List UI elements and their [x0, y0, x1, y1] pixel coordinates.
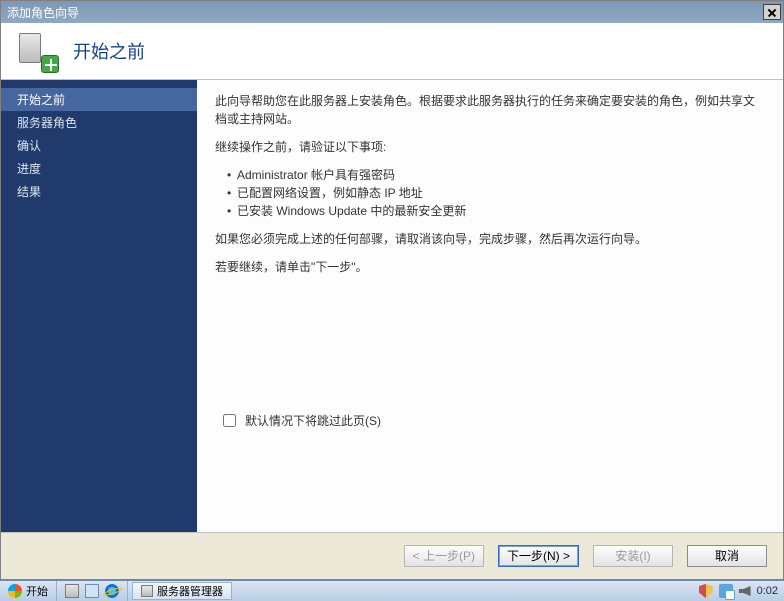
start-button[interactable]: 开始	[0, 581, 57, 601]
incomplete-text: 如果您必须完成上述的任何部骤，请取消该向导，完成步骤，然后再次运行向导。	[215, 230, 765, 248]
sidebar-item-server-roles[interactable]: 服务器角色	[1, 111, 197, 134]
server-manager-task-icon	[141, 585, 153, 597]
show-desktop-icon[interactable]	[85, 584, 99, 598]
skip-label[interactable]: 默认情况下将跳过此页(S)	[245, 412, 381, 429]
start-label: 开始	[26, 583, 48, 599]
sidebar-item-results[interactable]: 结果	[1, 180, 197, 203]
prereq-item: 已安装 Windows Update 中的最新安全更新	[227, 202, 765, 220]
window-title: 添加角色向导	[7, 4, 79, 21]
wizard-body: 开始之前 服务器角色 确认 进度 结果 此向导帮助您在此服务器上安装角色。根据要…	[1, 80, 783, 532]
next-button[interactable]: 下一步(N) >	[498, 545, 579, 567]
continue-text: 若要继续，请单击"下一步"。	[215, 258, 765, 276]
wizard-header: 开始之前	[1, 23, 783, 80]
security-shield-icon[interactable]	[699, 584, 713, 598]
clock[interactable]: 0:02	[757, 585, 778, 597]
wizard-content: 此向导帮助您在此服务器上安装角色。根据要求此服务器执行的任务来确定要安装的角色，…	[197, 80, 783, 532]
server-manager-icon[interactable]	[65, 584, 79, 598]
taskbar: 开始 服务器管理器 0:02	[0, 580, 784, 601]
install-button: 安装(I)	[593, 545, 673, 567]
add-role-icon	[19, 33, 55, 69]
skip-checkbox[interactable]	[223, 414, 236, 427]
cancel-button[interactable]: 取消	[687, 545, 767, 567]
quick-launch	[57, 581, 128, 601]
sidebar-item-confirm[interactable]: 确认	[1, 134, 197, 157]
wizard-buttons: < 上一步(P) 下一步(N) > 安装(I) 取消	[1, 532, 783, 578]
sidebar-item-before-you-begin[interactable]: 开始之前	[1, 88, 197, 111]
volume-icon[interactable]	[739, 586, 751, 596]
system-tray: 0:02	[693, 584, 784, 598]
page-title: 开始之前	[73, 38, 145, 64]
network-icon[interactable]	[719, 584, 733, 598]
taskbar-task-server-manager[interactable]: 服务器管理器	[132, 582, 232, 600]
prereq-list: Administrator 帐户具有强密码 已配置网络设置，例如静态 IP 地址…	[215, 166, 765, 220]
windows-logo-icon	[8, 584, 22, 598]
wizard-dialog: 添加角色向导 开始之前 开始之前 服务器角色 确认 进度 结果 此向导帮助您在此…	[0, 0, 784, 580]
intro-text: 此向导帮助您在此服务器上安装角色。根据要求此服务器执行的任务来确定要安装的角色，…	[215, 92, 765, 128]
internet-explorer-icon[interactable]	[105, 584, 119, 598]
prev-button: < 上一步(P)	[404, 545, 484, 567]
titlebar[interactable]: 添加角色向导	[1, 1, 783, 23]
wizard-sidebar: 开始之前 服务器角色 确认 进度 结果	[1, 80, 197, 532]
close-icon[interactable]	[763, 4, 781, 20]
sidebar-item-progress[interactable]: 进度	[1, 157, 197, 180]
task-label: 服务器管理器	[157, 583, 223, 599]
skip-row: 默认情况下将跳过此页(S)	[215, 411, 765, 430]
prereq-item: Administrator 帐户具有强密码	[227, 166, 765, 184]
verify-heading: 继续操作之前，请验证以下事项:	[215, 138, 765, 156]
prereq-item: 已配置网络设置，例如静态 IP 地址	[227, 184, 765, 202]
